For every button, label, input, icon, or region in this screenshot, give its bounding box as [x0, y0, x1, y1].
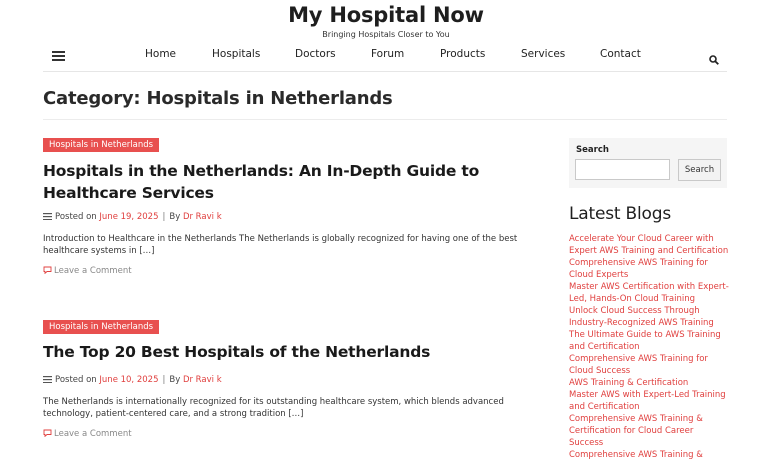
comment-icon [43, 429, 52, 438]
blog-link[interactable]: Comprehensive AWS Training & [569, 449, 729, 461]
nav-item-home[interactable]: Home [145, 48, 176, 60]
by-label: By [169, 212, 181, 222]
search-widget: Search Search [569, 138, 727, 188]
meta-separator: | [162, 212, 166, 222]
blog-link[interactable]: AWS Training & Certification [569, 377, 729, 389]
search-input[interactable] [575, 159, 670, 180]
post-date[interactable]: June 19, 2025 [99, 212, 158, 222]
category-badge[interactable]: Hospitals in Netherlands [43, 138, 160, 152]
lines-icon [43, 213, 52, 220]
post-excerpt: The Netherlands is internationally recog… [43, 397, 504, 419]
meta-separator: | [162, 375, 166, 385]
by-label: By [169, 375, 181, 385]
nav-item-contact[interactable]: Contact [600, 48, 641, 60]
main-nav: Home Hospitals Doctors Forum Products Se… [43, 44, 727, 72]
category-badge[interactable]: Hospitals in Netherlands [43, 320, 160, 334]
blog-link[interactable]: The Ultimate Guide to AWS Training and C… [569, 329, 729, 353]
nav-item-forum[interactable]: Forum [371, 48, 404, 60]
blog-link[interactable]: Comprehensive AWS Training & Certificati… [569, 413, 729, 449]
post-excerpt: Introduction to Healthcare in the Nether… [43, 234, 518, 256]
leave-comment-link[interactable]: Leave a Comment [43, 266, 132, 276]
category-title: Category: Hospitals in Netherlands [43, 88, 393, 109]
post-author[interactable]: Dr Ravi k [183, 375, 222, 385]
search-button[interactable]: Search [678, 159, 721, 181]
post-meta: Posted on June 19, 2025 | By Dr Ravi k [43, 212, 222, 222]
comment-icon [43, 266, 52, 275]
blog-link[interactable]: Unlock Cloud Success Through Industry-Re… [569, 305, 729, 329]
nav-item-doctors[interactable]: Doctors [295, 48, 336, 60]
post-author[interactable]: Dr Ravi k [183, 212, 222, 222]
leave-comment-link[interactable]: Leave a Comment [43, 429, 132, 439]
divider [43, 119, 727, 120]
hamburger-icon[interactable] [52, 51, 65, 61]
post-date[interactable]: June 10, 2025 [99, 375, 158, 385]
post-title[interactable]: Hospitals in the Netherlands: An In-Dept… [43, 160, 563, 204]
posted-on-label: Posted on [55, 212, 97, 222]
search-label: Search [576, 145, 609, 155]
blog-link[interactable]: Comprehensive AWS Training for Cloud Suc… [569, 353, 729, 377]
blog-link[interactable]: Master AWS Certification with Expert-Led… [569, 281, 729, 305]
latest-blogs-title: Latest Blogs [569, 204, 671, 224]
blog-link[interactable]: Master AWS with Expert-Led Training and … [569, 389, 729, 413]
nav-item-products[interactable]: Products [440, 48, 485, 60]
nav-item-services[interactable]: Services [521, 48, 565, 60]
post-title[interactable]: The Top 20 Best Hospitals of the Netherl… [43, 341, 563, 363]
blog-link[interactable]: Accelerate Your Cloud Career with Expert… [569, 233, 729, 257]
comment-label: Leave a Comment [54, 429, 132, 439]
lines-icon [43, 376, 52, 383]
comment-label: Leave a Comment [54, 266, 132, 276]
posted-on-label: Posted on [55, 375, 97, 385]
nav-item-hospitals[interactable]: Hospitals [212, 48, 260, 60]
post-meta: Posted on June 10, 2025 | By Dr Ravi k [43, 375, 222, 385]
blog-link[interactable]: Comprehensive AWS Training for Cloud Exp… [569, 257, 729, 281]
latest-blogs-list: Accelerate Your Cloud Career with Expert… [569, 233, 729, 461]
search-icon[interactable] [709, 50, 719, 69]
site-title[interactable]: My Hospital Now [0, 3, 772, 27]
site-tagline: Bringing Hospitals Closer to You [322, 30, 450, 39]
